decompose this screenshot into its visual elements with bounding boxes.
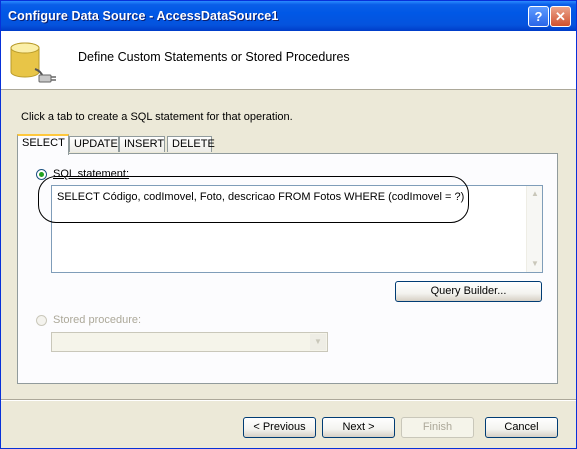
sql-statement-textarea[interactable]: SELECT Código, codImovel, Foto, descrica… — [51, 185, 543, 273]
stored-procedure-dropdown[interactable]: ▼ — [51, 332, 328, 352]
sql-statement-text[interactable]: SELECT Código, codImovel, Foto, descrica… — [57, 191, 464, 203]
window-title: Configure Data Source - AccessDataSource… — [8, 9, 279, 23]
tab-update[interactable]: UPDATE — [69, 136, 119, 152]
tab-select[interactable]: SELECT — [17, 134, 69, 155]
query-builder-button[interactable]: Query Builder... — [395, 281, 542, 302]
database-connector-icon — [10, 42, 56, 83]
tab-insert[interactable]: INSERT — [119, 136, 165, 152]
wizard-header: Define Custom Statements or Stored Proce… — [1, 31, 576, 90]
footer-divider — [1, 399, 576, 401]
vertical-scrollbar[interactable]: ▲ ▼ — [526, 186, 542, 272]
tab-delete[interactable]: DELETE — [167, 136, 215, 152]
page-title: Define Custom Statements or Stored Proce… — [78, 50, 350, 64]
sql-statement-radio[interactable] — [36, 169, 47, 180]
help-button[interactable]: ? — [528, 6, 549, 27]
instruction-text: Click a tab to create a SQL statement fo… — [21, 111, 293, 123]
finish-button[interactable]: Finish — [401, 417, 474, 438]
title-bar[interactable]: Configure Data Source - AccessDataSource… — [1, 1, 576, 31]
previous-button[interactable]: < Previous — [243, 417, 316, 438]
tab-panel-select: SQL statement: SELECT Código, codImovel,… — [17, 153, 558, 384]
close-button[interactable]: ✕ — [550, 6, 571, 27]
dialog-window: Configure Data Source - AccessDataSource… — [0, 0, 577, 449]
scroll-down-icon[interactable]: ▼ — [528, 257, 542, 271]
stored-procedure-label: Stored procedure: — [53, 314, 142, 326]
cancel-button[interactable]: Cancel — [485, 417, 558, 438]
stored-procedure-radio[interactable] — [36, 315, 47, 326]
next-button[interactable]: Next > — [322, 417, 395, 438]
sql-statement-label[interactable]: SQL statement: — [53, 168, 129, 180]
scroll-up-icon[interactable]: ▲ — [528, 187, 542, 201]
chevron-down-icon[interactable]: ▼ — [310, 334, 326, 350]
